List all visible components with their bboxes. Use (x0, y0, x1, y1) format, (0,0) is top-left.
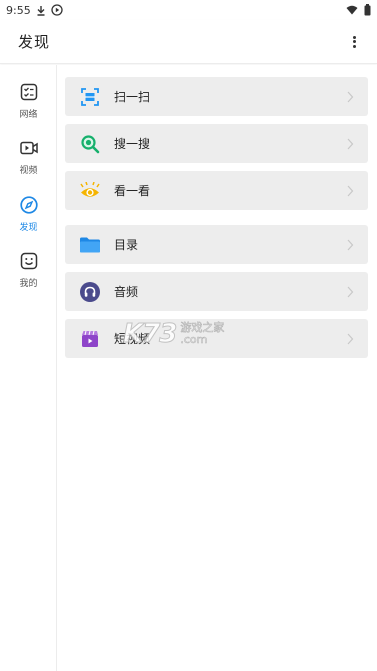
smiley-icon (20, 252, 37, 270)
more-vert-icon[interactable] (349, 34, 359, 50)
headphones-icon (80, 281, 100, 302)
chevron-right-icon (347, 239, 354, 250)
list-item-search[interactable]: 搜一搜 (65, 124, 368, 163)
list-item-label: 音频 (114, 285, 139, 299)
compass-icon (19, 196, 38, 214)
nav-label: 我的 (19, 279, 38, 289)
list-item-short-video[interactable]: 短视频 (65, 319, 368, 358)
scan-icon (80, 87, 100, 107)
clapperboard-icon (80, 329, 100, 349)
list-item-label: 看一看 (114, 184, 151, 198)
play-circle-icon (51, 4, 63, 16)
app-bar: 发现 (0, 20, 377, 64)
list-item-scan[interactable]: 扫一扫 (65, 77, 368, 116)
status-time: 9:55 (6, 3, 31, 17)
chevron-right-icon (347, 333, 354, 344)
download-icon (37, 5, 45, 16)
wifi-icon (346, 5, 358, 15)
nav-item-video[interactable]: 视频 (0, 136, 57, 184)
nav-label: 网络 (19, 110, 38, 120)
list-item-label: 短视频 (114, 332, 151, 346)
list-item-label: 搜一搜 (114, 137, 151, 151)
nav-label: 发现 (19, 223, 38, 233)
list-item-directory[interactable]: 目录 (65, 225, 368, 264)
battery-icon (364, 4, 371, 16)
checklist-icon (20, 83, 37, 101)
nav-label: 视频 (19, 166, 38, 176)
status-bar: 9:55 (0, 0, 377, 20)
chevron-right-icon (347, 185, 354, 196)
chevron-right-icon (347, 286, 354, 297)
list-item-label: 目录 (114, 238, 139, 252)
search-icon (80, 134, 100, 154)
chevron-right-icon (347, 138, 354, 149)
side-nav: 网络 视频 发现 我的 (0, 65, 57, 671)
nav-item-discover[interactable]: 发现 (0, 193, 57, 241)
chevron-right-icon (347, 91, 354, 102)
list-item-label: 扫一扫 (114, 90, 151, 104)
discover-list: 扫一扫 搜一搜 看一看 目录 音频 短视频 (57, 65, 377, 671)
nav-item-network[interactable]: 网络 (0, 80, 57, 128)
video-icon (19, 141, 38, 155)
folder-icon (80, 235, 100, 255)
page-title: 发现 (18, 33, 51, 51)
nav-item-mine[interactable]: 我的 (0, 249, 57, 297)
list-item-audio[interactable]: 音频 (65, 272, 368, 311)
eye-icon (80, 181, 100, 201)
list-item-watch[interactable]: 看一看 (65, 171, 368, 210)
